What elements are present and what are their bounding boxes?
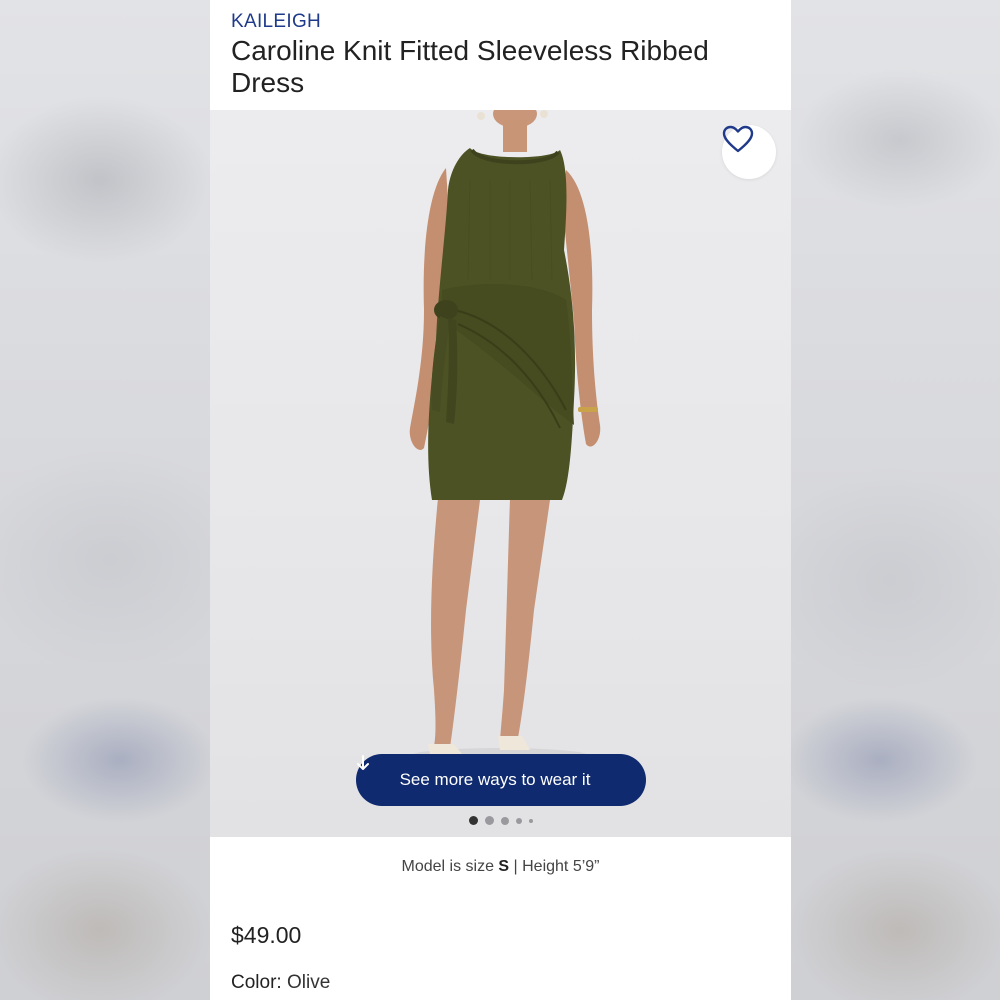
product-price: $49.00 — [231, 922, 302, 948]
carousel-dot[interactable] — [484, 816, 494, 825]
product-title: Caroline Knit Fitted Sleeveless Ribbed D… — [231, 35, 709, 98]
product-photo — [409, 110, 601, 764]
model-height: 5’9” — [572, 858, 600, 875]
model-note-prefix: Model is size — [401, 858, 499, 875]
product-image-carousel[interactable]: See more ways to wear it — [210, 110, 791, 837]
carousel-dot[interactable] — [528, 818, 533, 823]
see-more-ways-label: See more ways to wear it — [399, 770, 591, 789]
carousel-dots — [210, 816, 791, 825]
product-panel: KAILEIGH Caroline Knit Fitted Sleeveless… — [210, 0, 791, 1000]
brand-name[interactable]: KAILEIGH — [231, 11, 321, 33]
color-value: Olive — [286, 972, 331, 993]
see-more-ways-button[interactable]: See more ways to wear it — [356, 754, 646, 806]
carousel-dot[interactable] — [468, 816, 478, 825]
model-size-note: Model is size S | Height 5’9” — [210, 858, 791, 876]
model-note-separator: | Height — [509, 858, 573, 875]
color-label: Color: — [231, 972, 282, 993]
carousel-dot[interactable] — [515, 817, 522, 824]
heart-outline-icon — [722, 125, 754, 153]
favorite-button[interactable] — [722, 125, 776, 179]
model-size: S — [498, 858, 510, 875]
color-selection: Color: Olive — [231, 972, 330, 994]
carousel-dot[interactable] — [500, 816, 509, 825]
